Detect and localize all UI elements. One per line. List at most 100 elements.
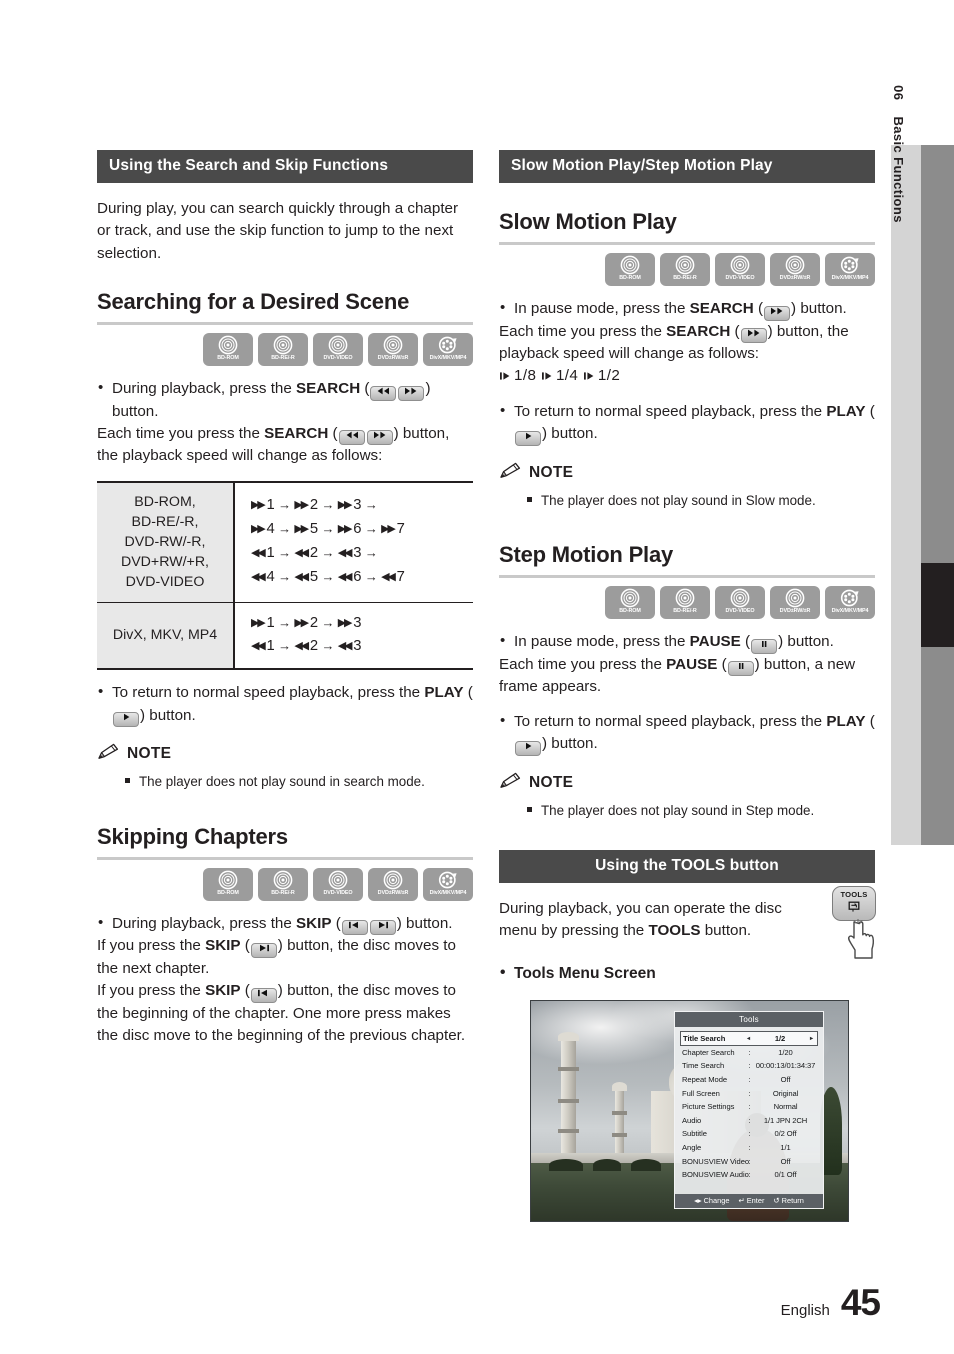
side-strip-marker: [921, 563, 954, 647]
disc-icon: [383, 870, 403, 890]
text-post: button.: [145, 706, 196, 724]
tools-row-separator: :: [748, 1115, 751, 1125]
tools-row-value: Original: [772, 1088, 799, 1098]
tools-row[interactable]: Picture Settings: Normal: [680, 1100, 818, 1114]
text-post: button.: [547, 735, 598, 753]
heading-rule: [499, 242, 875, 245]
fast-forward-icon: ▶▶: [337, 523, 353, 536]
play-key-glyph: [113, 712, 139, 728]
disc-badge-label: DVD-VIDEO: [323, 355, 353, 362]
text-pre: Each time you press the: [499, 322, 667, 340]
text-pre: To return to normal speed playback, pres…: [514, 712, 827, 730]
tools-row[interactable]: Audio: 1/1 JPN 2CH: [680, 1113, 818, 1127]
note-item: The player does not play sound in Slow m…: [499, 491, 875, 510]
disc-badge-dvd-video: DVD-VIDEO: [313, 333, 363, 367]
skip-previous-key-glyph: [341, 920, 368, 936]
pause-key-glyph: [751, 638, 778, 654]
text-pre: To return to normal speed playback, pres…: [112, 684, 425, 702]
heading-skipping-chapters: Skipping Chapters: [97, 823, 288, 849]
tools-row[interactable]: Time Search:00:00:13/01:34:37: [680, 1059, 818, 1073]
note-label: NOTE: [529, 773, 574, 791]
disc-badge-divx-mkv-mp4: DivX/MKV/MP4: [423, 867, 473, 901]
pencil-icon: [499, 772, 522, 794]
tools-row[interactable]: Full Screen: Original: [680, 1086, 818, 1100]
rewind-icon: ◀◀: [294, 640, 309, 653]
disc-badge-bd-re-r: BD-RE/-R: [660, 586, 710, 620]
tools-row[interactable]: Angle: 1/1: [680, 1141, 818, 1155]
disc-badge-label: DVD-VIDEO: [323, 889, 353, 896]
film-reel-icon: [438, 870, 458, 890]
pencil-icon: [97, 743, 120, 765]
format-line: DivX, MKV, MP4: [112, 627, 218, 644]
disc-badge-label: DivX/MKV/MP4: [429, 355, 467, 362]
note-label: NOTE: [529, 463, 574, 481]
arrow-icon: →: [364, 497, 379, 513]
disc-badge-label: BD-RE/-R: [271, 889, 295, 896]
tools-row-selected[interactable]: Title Search ◂ 1/2 ▸: [680, 1030, 818, 1046]
tools-row-value: Off: [780, 1074, 791, 1084]
fastforward-key-glyph: [366, 430, 393, 446]
arrow-icon: →: [278, 569, 292, 585]
disc-badge-bd-re-r: BD-RE/-R: [258, 867, 308, 901]
format-line: DVD-VIDEO: [125, 574, 205, 591]
footer-page-number: 45: [840, 1282, 881, 1323]
disc-icon: [218, 870, 238, 890]
right-arrow-icon[interactable]: ▸: [808, 1035, 815, 1042]
tools-panel-title: Tools: [675, 1012, 823, 1027]
text-post: button.: [112, 402, 159, 420]
key-name-search: SEARCH: [666, 322, 731, 340]
disc-badge-dvd-video: DVD-VIDEO: [715, 586, 765, 620]
slow-speed-value: 1/8: [514, 367, 537, 385]
shrub: [631, 1159, 661, 1171]
film-reel-icon: [840, 255, 860, 275]
rewind-icon: ◀◀: [337, 640, 353, 653]
tools-row-value: 1/20: [778, 1047, 793, 1057]
tools-row[interactable]: Chapter Search: 1/20: [680, 1046, 818, 1060]
table-cell-formats: DivX, MKV, MP4: [97, 602, 235, 670]
tools-row-separator: :: [748, 1047, 751, 1057]
shrub: [549, 1159, 583, 1171]
fast-forward-icon: ▶▶: [337, 616, 353, 629]
heading-rule: [97, 322, 473, 326]
key-name-search: SEARCH: [264, 424, 329, 442]
tools-row-key: Full Screen: [682, 1088, 720, 1098]
tools-row-value: 00:00:13/01:34:37: [755, 1061, 816, 1071]
disc-icon: [328, 335, 348, 355]
disc-icon: [328, 870, 348, 890]
shrub: [593, 1159, 621, 1171]
key-name-play: PLAY: [424, 684, 464, 702]
tools-row[interactable]: Subtitle: 0/2 Off: [680, 1127, 818, 1141]
disc-badge-bd-re-r: BD-RE/-R: [660, 253, 710, 286]
disc-icon: [730, 255, 750, 275]
key-name-skip: SKIP: [296, 914, 332, 932]
tools-row[interactable]: BONUSVIEW Audio: 0/1 Off: [680, 1168, 818, 1182]
bullet-return-normal-speed-2: To return to normal speed playback, pres…: [499, 400, 875, 446]
text-pre: If you press the: [97, 937, 206, 955]
tools-row-key: Title Search: [683, 1033, 726, 1043]
skip-previous-key-glyph: [250, 987, 277, 1003]
arrow-icon: →: [364, 521, 379, 537]
tools-row[interactable]: BONUSVIEW Video: Off: [680, 1154, 818, 1168]
bullet-return-normal-speed-1: To return to normal speed playback, pres…: [97, 681, 473, 728]
disc-icon: [785, 255, 805, 275]
disc-icon: [273, 870, 293, 890]
disc-badge-divx-mkv-mp4: DivX/MKV/MP4: [825, 253, 875, 286]
fast-forward-icon: ▶▶: [294, 499, 309, 512]
fast-forward-icon: ▶▶: [294, 616, 309, 629]
tools-row[interactable]: Repeat Mode: Off: [680, 1073, 818, 1087]
heading-rule: [499, 575, 875, 579]
key-name-play: PLAY: [826, 712, 866, 730]
line-step-newframe: Each time you press the PAUSE () button,…: [499, 655, 856, 696]
left-arrow-icon[interactable]: ◂: [745, 1035, 752, 1042]
chapter-side-tab-text: 06 Basic Functions: [891, 67, 906, 223]
text-post: button.: [796, 300, 847, 317]
disc-icon: [675, 588, 695, 608]
heading-searching-scene: Searching for a Desired Scene: [97, 289, 410, 315]
arrow-icon: →: [278, 521, 292, 537]
arrow-icon: →: [321, 614, 335, 630]
line-slow-speed-intro: Each time you press the SEARCH () button…: [499, 322, 849, 363]
tools-row-separator: :: [748, 1156, 751, 1166]
table-cell-sequences: ▶▶ 1 → ▶▶ 2 → ▶▶ 3 → ▶▶ 4 → ▶▶ 5 → ▶▶ 6 → ▶▶ 7 ◀◀ 1 → ◀◀ 2 → ◀◀ 3 → ◀…: [234, 481, 473, 603]
disc-badge-label: BD-ROM: [217, 355, 239, 362]
section-header-search-skip: Using the Search and Skip Functions: [97, 150, 473, 183]
